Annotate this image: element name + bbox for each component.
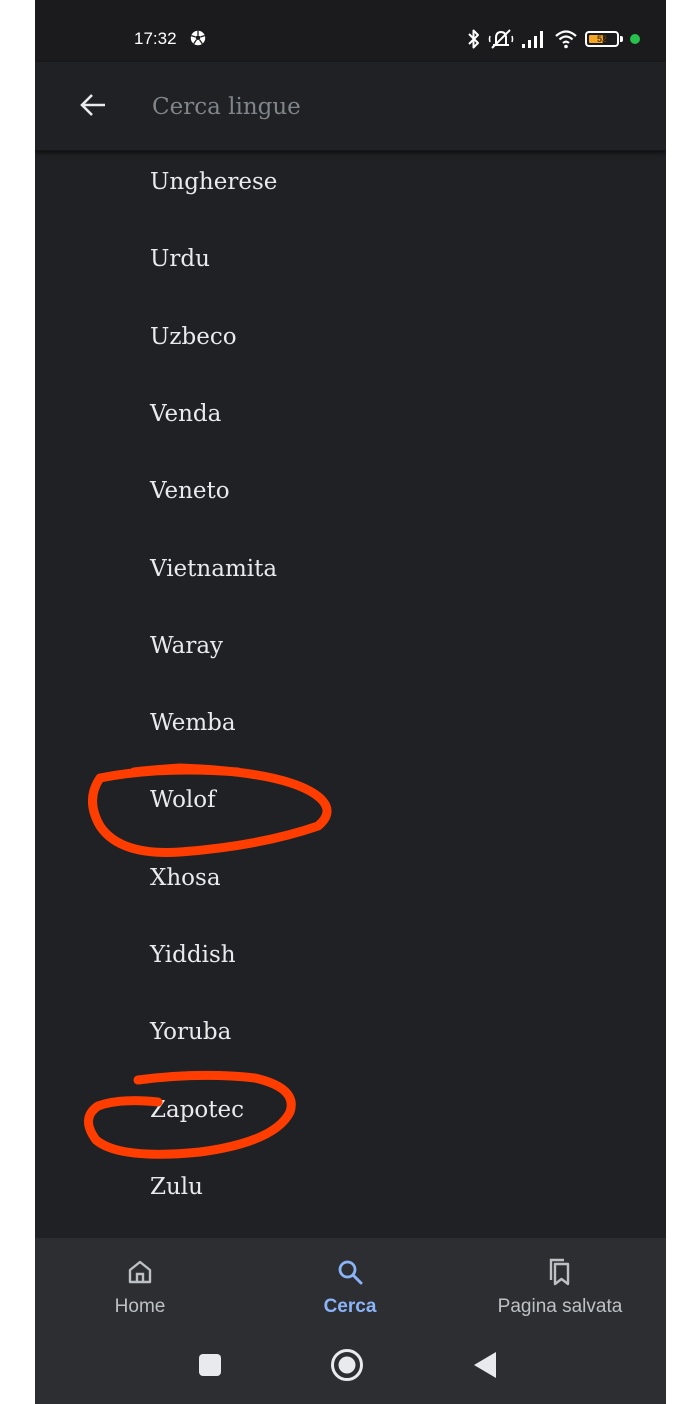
language-list: Ungherese Urdu Uzbeco Venda Veneto Vietnamita… <box>35 150 666 1238</box>
search-header <box>35 62 666 151</box>
language-list-item[interactable]: Urdu <box>35 230 666 307</box>
home-icon <box>128 1260 152 1284</box>
language-label: Zapotec <box>150 1096 244 1123</box>
language-label: Zulu <box>150 1173 203 1200</box>
nav-home[interactable]: Home <box>75 1238 205 1334</box>
home-circle-icon[interactable] <box>330 1348 364 1382</box>
language-label: Waray <box>150 632 224 659</box>
language-label: Venda <box>150 400 222 427</box>
language-list-item[interactable]: Waray <box>35 617 666 694</box>
language-list-item[interactable]: Wolof <box>35 771 666 848</box>
back-triangle-icon[interactable] <box>472 1350 498 1380</box>
language-list-item[interactable]: Vietnamita <box>35 540 666 617</box>
system-navigation-bar <box>35 1334 666 1404</box>
battery-level: 52 <box>596 34 607 44</box>
language-list-item[interactable]: Yiddish <box>35 926 666 1003</box>
language-label: Uzbeco <box>150 323 237 350</box>
arrow-left-icon[interactable] <box>76 88 110 122</box>
bookmarks-icon <box>549 1258 570 1286</box>
nav-home-label: Home <box>114 1296 166 1317</box>
language-list-item[interactable]: Venda <box>35 385 666 462</box>
language-list-item[interactable]: Zapotec <box>35 1081 666 1158</box>
language-label: Wemba <box>150 710 236 737</box>
language-list-item[interactable]: Zulu <box>35 1158 666 1235</box>
wifi-icon <box>555 30 577 49</box>
language-label: Veneto <box>150 478 230 505</box>
language-label: Yiddish <box>150 942 236 968</box>
battery-icon: 52 <box>585 31 623 47</box>
nav-search[interactable]: Cerca <box>285 1238 415 1334</box>
language-label: Yoruba <box>150 1019 232 1046</box>
nav-saved-label: Pagina salvata <box>497 1296 623 1317</box>
language-label: Vietnamita <box>150 555 278 582</box>
search-icon <box>338 1260 363 1285</box>
bluetooth-icon <box>468 29 479 49</box>
battery-tip <box>620 36 623 42</box>
nav-search-label: Cerca <box>323 1296 377 1317</box>
recents-square-icon[interactable] <box>198 1353 222 1377</box>
privacy-dot-icon <box>630 34 640 44</box>
status-icons: 52 <box>467 28 640 50</box>
language-label: Urdu <box>150 246 210 273</box>
nav-saved-pages[interactable]: Pagina salvata <box>485 1238 635 1334</box>
language-list-item[interactable]: Yoruba <box>35 1003 666 1080</box>
status-bar: 17:32 52 <box>35 0 666 62</box>
signal-icon <box>522 31 543 48</box>
language-label: Xhosa <box>150 864 221 891</box>
language-label: Ungherese <box>150 169 278 195</box>
language-label: Wolof <box>150 787 216 814</box>
phone-screen: 17:32 52 Cerca lingue Ungherese Urdu Uzb… <box>35 0 666 1404</box>
language-list-item[interactable]: Uzbeco <box>35 308 666 385</box>
language-list-item[interactable]: Ungherese <box>35 153 666 230</box>
search-input[interactable] <box>150 86 624 128</box>
language-list-item[interactable]: Wemba <box>35 694 666 771</box>
status-time: 17:32 <box>134 29 177 48</box>
silent-icon <box>488 29 514 49</box>
soccer-ball-icon <box>190 30 206 46</box>
language-list-item[interactable]: Xhosa <box>35 849 666 926</box>
bottom-navigation: Home Cerca Pagina salvata <box>35 1238 666 1334</box>
language-list-item[interactable]: Veneto <box>35 462 666 539</box>
